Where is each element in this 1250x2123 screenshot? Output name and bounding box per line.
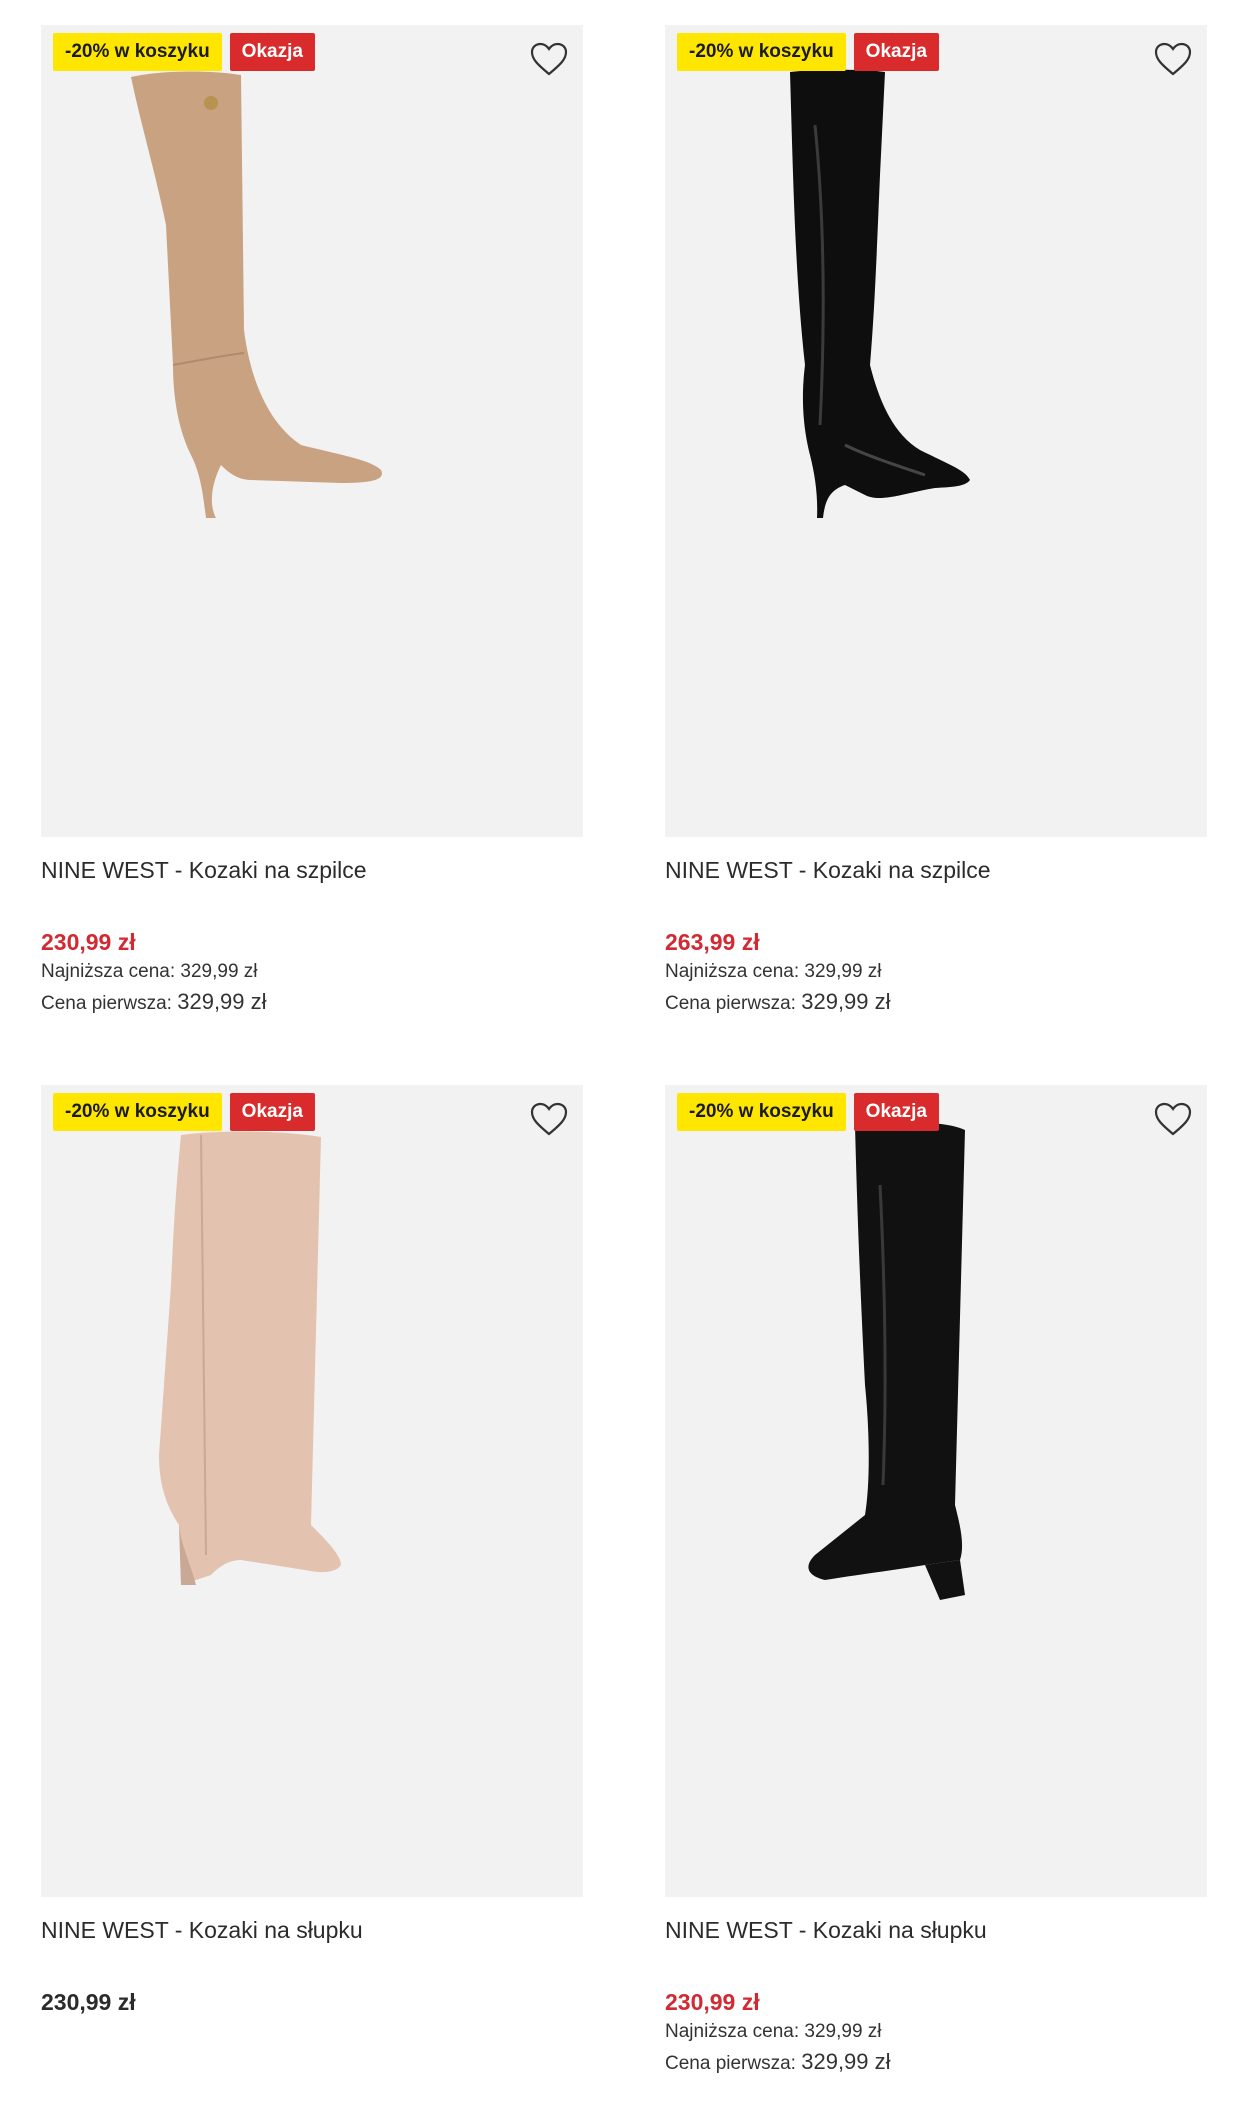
lowest-price-row: Najniższa cena: 329,99 zł bbox=[41, 957, 583, 987]
product-price: 263,99 zł bbox=[665, 929, 760, 955]
product-title[interactable]: NINE WEST - Kozaki na szpilce bbox=[41, 855, 583, 885]
first-price-row: Cena pierwsza: 329,99 zł bbox=[665, 987, 1207, 1019]
product-image[interactable]: -20% w koszyku Okazja bbox=[41, 1085, 583, 1897]
discount-badge: -20% w koszyku bbox=[53, 33, 222, 71]
discount-badge: -20% w koszyku bbox=[677, 1093, 846, 1131]
heart-icon[interactable] bbox=[1153, 1101, 1193, 1137]
heart-icon[interactable] bbox=[1153, 41, 1193, 77]
boot-image bbox=[159, 1131, 341, 1585]
first-price-label: Cena pierwsza: bbox=[665, 993, 796, 1014]
heart-icon[interactable] bbox=[529, 1101, 569, 1137]
lowest-price-label: Najniższa cena: bbox=[41, 961, 176, 982]
product-card[interactable]: -20% w koszyku Okazja NINE WEST - Kozaki… bbox=[41, 1085, 583, 2017]
first-price-row: Cena pierwsza: 329,99 zł bbox=[41, 987, 583, 1019]
product-title[interactable]: NINE WEST - Kozaki na słupku bbox=[665, 1915, 1207, 1945]
deal-badge: Okazja bbox=[229, 33, 315, 71]
lowest-price-label: Najniższa cena: bbox=[665, 2021, 800, 2042]
lowest-price-row: Najniższa cena: 329,99 zł bbox=[665, 2017, 1207, 2047]
boot-image bbox=[790, 69, 970, 518]
first-price-row: Cena pierwsza: 329,99 zł bbox=[665, 2047, 1207, 2079]
lowest-price-value: 329,99 zł bbox=[804, 2021, 882, 2042]
first-price-label: Cena pierwsza: bbox=[41, 993, 172, 1014]
deal-badge: Okazja bbox=[229, 1093, 315, 1131]
product-image[interactable]: -20% w koszyku Okazja bbox=[665, 1085, 1207, 1897]
product-card[interactable]: -20% w koszyku Okazja NINE WEST - Kozaki… bbox=[665, 1085, 1207, 2079]
boot-image bbox=[808, 1121, 965, 1600]
first-price-value: 329,99 zł bbox=[801, 2049, 891, 2074]
heart-icon[interactable] bbox=[529, 41, 569, 77]
boot-image bbox=[131, 71, 382, 519]
product-card[interactable]: -20% w koszyku Okazja NINE WEST - Kozaki… bbox=[41, 25, 583, 1019]
product-title[interactable]: NINE WEST - Kozaki na słupku bbox=[41, 1915, 583, 1945]
deal-badge: Okazja bbox=[853, 1093, 939, 1131]
deal-badge: Okazja bbox=[853, 33, 939, 71]
product-price: 230,99 zł bbox=[665, 1989, 760, 2015]
first-price-value: 329,99 zł bbox=[801, 989, 891, 1014]
product-card[interactable]: -20% w koszyku Okazja NINE WEST - Kozaki… bbox=[665, 25, 1207, 1019]
discount-badge: -20% w koszyku bbox=[53, 1093, 222, 1131]
product-price: 230,99 zł bbox=[41, 929, 136, 955]
lowest-price-value: 329,99 zł bbox=[180, 961, 258, 982]
product-image[interactable]: -20% w koszyku Okazja bbox=[41, 25, 583, 837]
product-image[interactable]: -20% w koszyku Okazja bbox=[665, 25, 1207, 837]
product-price: 230,99 zł bbox=[41, 1989, 136, 2015]
first-price-value: 329,99 zł bbox=[177, 989, 267, 1014]
lowest-price-row: Najniższa cena: 329,99 zł bbox=[665, 957, 1207, 987]
lowest-price-value: 329,99 zł bbox=[804, 961, 882, 982]
product-title[interactable]: NINE WEST - Kozaki na szpilce bbox=[665, 855, 1207, 885]
lowest-price-label: Najniższa cena: bbox=[665, 961, 800, 982]
first-price-label: Cena pierwsza: bbox=[665, 2053, 796, 2074]
discount-badge: -20% w koszyku bbox=[677, 33, 846, 71]
